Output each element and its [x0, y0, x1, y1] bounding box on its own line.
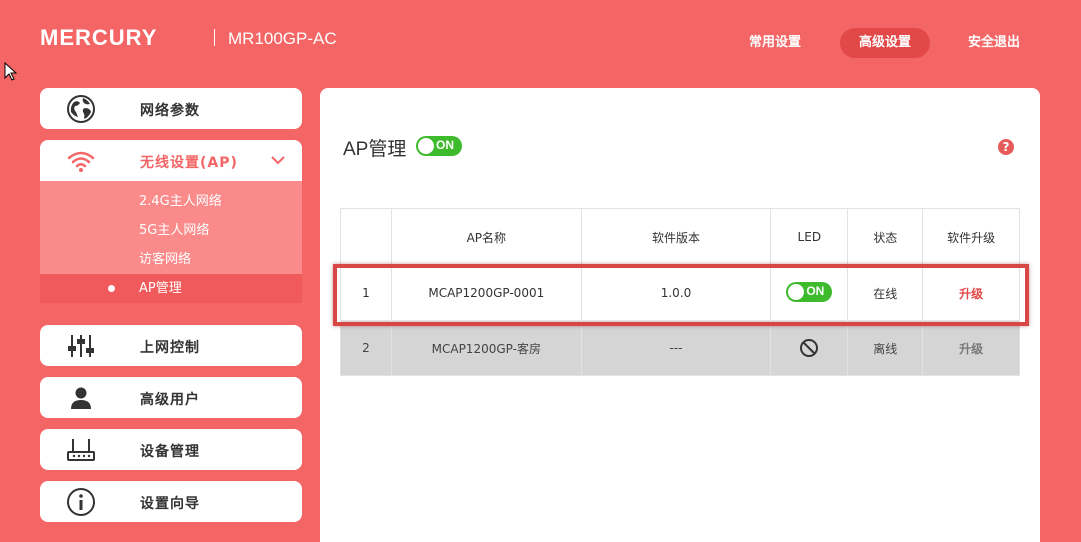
globe-icon	[67, 95, 95, 123]
sidebar-item-advanced-user[interactable]: 高级用户	[40, 377, 302, 418]
help-icon[interactable]: ?	[998, 139, 1014, 155]
toggle-knob	[418, 138, 434, 154]
wifi-icon	[67, 151, 95, 172]
sidebar-label: 高级用户	[140, 392, 200, 408]
cell-upgrade: 升级	[922, 265, 1020, 321]
submenu-item-host-5g[interactable]: 5G主人网络	[40, 216, 302, 245]
submenu-item-guest[interactable]: 访客网络	[40, 245, 302, 274]
cell-status: 离线	[847, 320, 924, 376]
upgrade-link[interactable]: 升级	[959, 287, 983, 301]
col-header-name: AP名称	[390, 208, 582, 266]
submenu-item-host-24g[interactable]: 2.4G主人网络	[40, 187, 302, 216]
cell-version: ---	[580, 320, 772, 376]
ap-management-toggle[interactable]: ON	[416, 136, 462, 156]
led-toggle[interactable]: ON	[786, 281, 833, 302]
cell-index: 1	[340, 265, 392, 321]
page-title: AP管理	[343, 139, 407, 160]
cell-led: ON	[770, 265, 849, 321]
sidebar-item-wireless[interactable]: 无线设置(AP)	[40, 140, 302, 181]
table-header-row: AP名称 软件版本 LED 状态 软件升级	[340, 208, 1020, 266]
upgrade-link-disabled: 升级	[959, 341, 984, 356]
disabled-icon	[800, 339, 819, 357]
nav-logout[interactable]: 安全退出	[958, 28, 1030, 58]
nav-advanced-settings[interactable]: 高级设置	[840, 28, 930, 58]
toggle-label: ON	[806, 283, 825, 298]
router-icon	[67, 439, 95, 461]
cell-ap-name: MCAP1200GP-客房	[390, 320, 582, 376]
cell-upgrade: 升级	[922, 320, 1020, 376]
col-header-index	[340, 208, 392, 266]
sidebar-label: 上网控制	[140, 340, 200, 356]
user-icon	[71, 387, 91, 409]
col-header-led: LED	[770, 208, 849, 266]
col-header-status: 状态	[847, 208, 924, 266]
col-header-upgrade: 软件升级	[922, 208, 1020, 266]
sidebar-label: 无线设置(AP)	[140, 155, 238, 171]
ap-table: AP名称 软件版本 LED 状态 软件升级 1 MCAP1200GP-0001 …	[340, 208, 1020, 376]
cell-status: 在线	[847, 265, 924, 321]
toggle-label: ON	[436, 138, 454, 152]
sidebar-label: 网络参数	[140, 103, 200, 119]
sidebar-label: 设置向导	[140, 496, 200, 512]
chevron-down-icon	[271, 156, 285, 165]
sidebar-item-device-management[interactable]: 设备管理	[40, 429, 302, 470]
sidebar-item-access-control[interactable]: 上网控制	[40, 325, 302, 366]
selected-dot-icon	[108, 285, 115, 292]
sidebar-label: 设备管理	[140, 444, 200, 460]
sidebar-item-network[interactable]: 网络参数	[40, 88, 302, 129]
nav-common-settings[interactable]: 常用设置	[740, 28, 810, 58]
table-row: 2 MCAP1200GP-客房 --- 离线 升级	[340, 320, 1020, 376]
submenu-label: AP管理	[139, 281, 182, 296]
submenu-item-ap-management[interactable]: AP管理	[40, 274, 302, 303]
cell-index: 2	[340, 320, 392, 376]
cell-version: 1.0.0	[580, 265, 772, 321]
toggle-knob	[788, 283, 805, 300]
main-panel: AP管理 ON ? AP名称 软件版本 LED 状态 软件升级 1 MCAP12…	[320, 88, 1040, 542]
sidebar-item-setup-wizard[interactable]: 设置向导	[40, 481, 302, 522]
cell-ap-name: MCAP1200GP-0001	[390, 265, 582, 321]
table-row: 1 MCAP1200GP-0001 1.0.0 ON 在线 升级	[340, 265, 1020, 321]
top-nav: 常用设置 高级设置 安全退出	[0, 28, 1081, 58]
sliders-icon	[68, 335, 94, 357]
mouse-cursor-icon	[4, 62, 18, 81]
info-icon	[67, 488, 95, 516]
cell-led	[770, 320, 849, 376]
wireless-submenu: 2.4G主人网络 5G主人网络 访客网络 AP管理	[40, 181, 302, 303]
col-header-version: 软件版本	[580, 208, 772, 266]
